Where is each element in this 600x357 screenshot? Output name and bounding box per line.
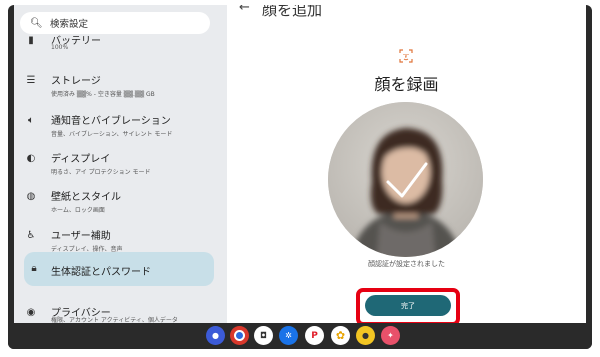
privacy-icon: ◉ <box>26 307 36 318</box>
search-icon: 🔍︎ <box>30 17 43 29</box>
screen: 🔍︎ 検索設定 ▮ バッテリー 100% ☰ ストレージ 使用済み ▒▒% - … <box>14 5 586 323</box>
sidebar-item-storage[interactable]: ☰ ストレージ 使用済み ▒▒% - 空き容量 ▒▒.▒▒ GB <box>14 69 227 103</box>
search-placeholder: 検索設定 <box>50 19 89 30</box>
status-text: 顔認証が設定されました <box>368 260 445 268</box>
sidebar-item-title: ディスプレイ <box>51 154 111 165</box>
sidebar-item-subtitle: 明るさ、アイ プロテクション モード <box>51 169 151 176</box>
face-photo-image <box>328 102 483 257</box>
sidebar-item-title: 壁紙とスタイル <box>51 192 121 203</box>
face-id-icon <box>399 49 413 63</box>
page-title: 顔を追加 <box>262 5 323 19</box>
sidebar-item-title: ストレージ <box>51 76 101 87</box>
back-arrow-icon[interactable]: ← <box>239 5 250 15</box>
volume-icon: 🔈︎ <box>28 115 34 126</box>
device-frame: 🔍︎ 検索設定 ▮ バッテリー 100% ☰ ストレージ 使用済み ▒▒% - … <box>8 5 592 349</box>
camera-icon[interactable]: ◘ <box>254 326 273 345</box>
sidebar-item-wallpaper[interactable]: ◍ 壁紙とスタイル ホーム、ロック画面 <box>14 185 227 219</box>
rakuten-pay-icon[interactable]: P <box>305 326 324 345</box>
taskbar: ● ◘ ✲ P ✿ ● ✦ <box>8 323 592 349</box>
sidebar-item-sound[interactable]: 🔈︎ 通知音とバイブレーション 音量、バイブレーション、サイレント モード <box>14 109 227 143</box>
sidebar-item-security[interactable]: 🔒︎ 生体認証とパスワード <box>24 252 214 286</box>
sidebar-item-subtitle: 権限、アカウント アクティビティ、個人データ <box>51 317 178 323</box>
sidebar-item-subtitle: 使用済み ▒▒% - 空き容量 ▒▒.▒▒ GB <box>51 91 155 98</box>
sidebar-item-battery[interactable]: ▮ バッテリー 100% <box>14 29 227 63</box>
lock-icon: 🔒︎ <box>31 263 37 274</box>
sidebar-item-subtitle: ホーム、ロック画面 <box>51 207 105 214</box>
sidebar-item-subtitle: 100% <box>51 44 69 51</box>
sidebar-item-title: ユーザー補助 <box>51 231 111 242</box>
face-enroll-panel: ← 顔を追加 顔を録画 顔認証が設定されました 完了 <box>227 5 586 323</box>
sidebar-item-title: 生体認証とパスワード <box>51 267 151 278</box>
gallery-icon[interactable]: ● <box>356 326 375 345</box>
sidebar-item-display[interactable]: ◐ ディスプレイ 明るさ、アイ プロテクション モード <box>14 147 227 181</box>
sidebar-item-privacy[interactable]: ◉ プライバシー 権限、アカウント アクティビティ、個人データ <box>14 301 227 323</box>
photos-icon[interactable]: ✿ <box>331 326 350 345</box>
chrome-icon[interactable] <box>230 326 249 345</box>
apps-icon[interactable]: ✦ <box>381 326 400 345</box>
assistant-icon[interactable]: ● <box>206 326 225 345</box>
face-photo <box>328 102 483 257</box>
record-face-heading: 顔を録画 <box>374 75 439 94</box>
palette-icon: ◍ <box>26 191 36 202</box>
settings-sidebar: 🔍︎ 検索設定 ▮ バッテリー 100% ☰ ストレージ 使用済み ▒▒% - … <box>14 5 227 323</box>
sidebar-item-subtitle: 音量、バイブレーション、サイレント モード <box>51 131 173 138</box>
sidebar-item-title: 通知音とバイブレーション <box>51 116 171 127</box>
settings-icon[interactable]: ✲ <box>279 326 298 345</box>
storage-icon: ☰ <box>26 75 36 86</box>
accessibility-icon: ♿︎ <box>26 230 36 241</box>
done-button[interactable]: 完了 <box>365 295 451 316</box>
brightness-icon: ◐ <box>26 153 36 164</box>
battery-icon: ▮ <box>28 35 34 46</box>
